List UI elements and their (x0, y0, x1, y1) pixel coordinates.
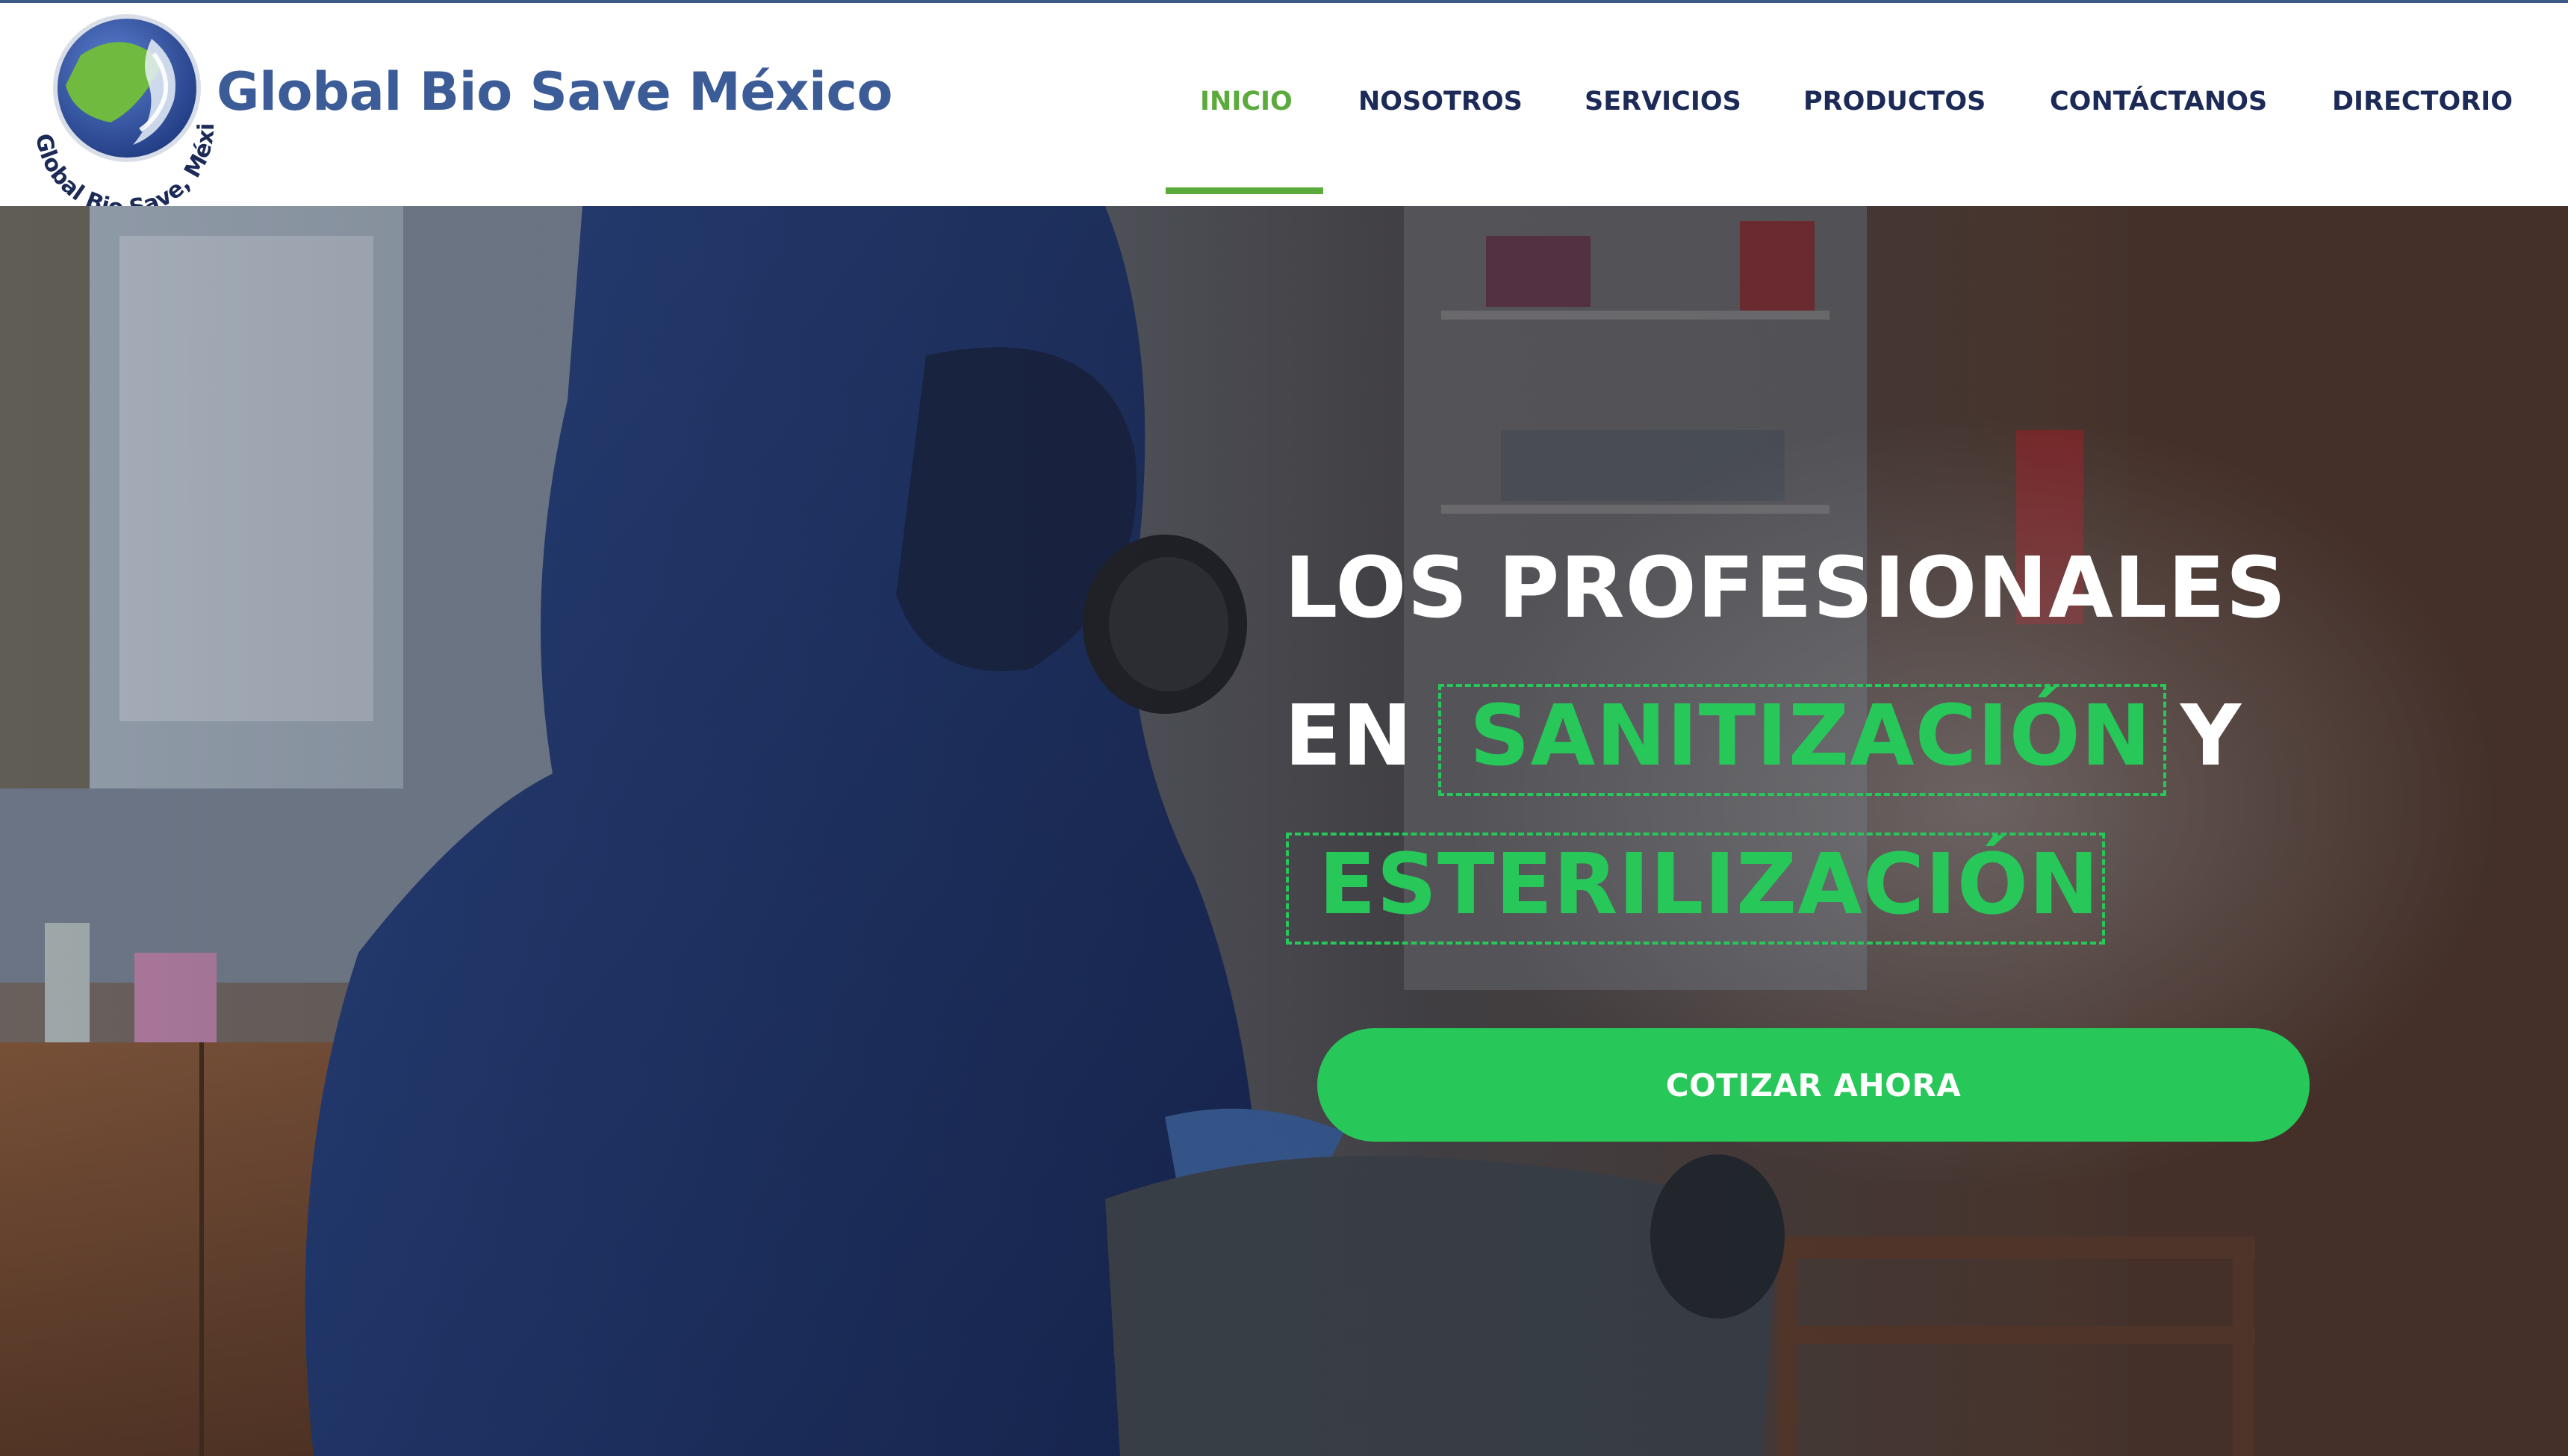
site-header: Global Bio Save, México Global Bio Save … (0, 3, 2568, 206)
hero-headline-line1: LOS PROFESIONALES (1284, 540, 2287, 637)
nav-item-nosotros[interactable]: NOSOTROS (1358, 87, 1523, 116)
active-nav-indicator (1166, 187, 1323, 194)
nav-item-directorio[interactable]: DIRECTORIO (2332, 87, 2513, 116)
hero-section: LOS PROFESIONALES EN SANITIZACIÓN Y ESTE… (0, 206, 2568, 1456)
hero-overlay (0, 206, 2568, 1456)
nav-item-productos[interactable]: PRODUCTOS (1803, 87, 1986, 116)
cotizar-ahora-button[interactable]: COTIZAR AHORA (1317, 1028, 2310, 1142)
nav-item-servicios[interactable]: SERVICIOS (1585, 87, 1741, 116)
nav-item-contactanos[interactable]: CONTÁCTANOS (2050, 87, 2267, 116)
hero-headline-line2-prefix: EN (1284, 688, 1414, 785)
globe-logo-icon[interactable]: Global Bio Save, México (21, 10, 223, 206)
hero-headline-esterilizacion: ESTERILIZACIÓN (1319, 836, 2100, 933)
brand-name[interactable]: Global Bio Save México (217, 61, 893, 122)
nav-item-inicio[interactable]: INICIO (1200, 87, 1293, 116)
hero-headline-line2-suffix: Y (2180, 688, 2242, 785)
cotizar-ahora-label: COTIZAR AHORA (1665, 1066, 1962, 1104)
hero-headline-sanitizacion: SANITIZACIÓN (1470, 688, 2152, 785)
